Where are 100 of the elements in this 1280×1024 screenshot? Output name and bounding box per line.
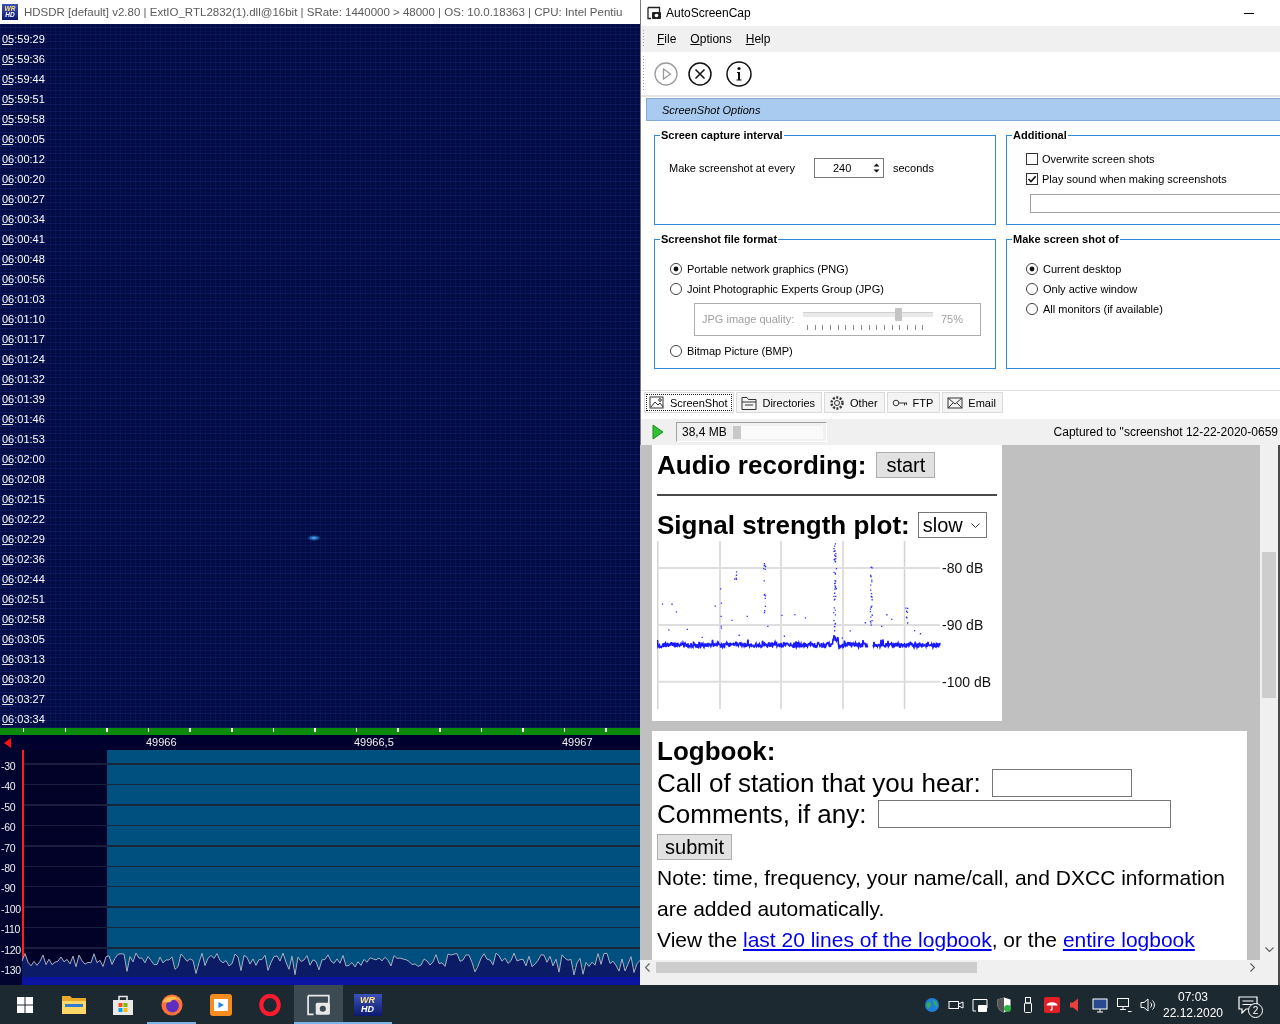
time-label: 06:00:27 <box>0 189 45 209</box>
window-title: AutoScreenCap <box>666 6 751 20</box>
taskbar-button[interactable]: WR HD <box>343 985 392 1024</box>
section-header: ScreenShot Options <box>646 98 1280 121</box>
folder-icon <box>741 394 758 411</box>
time-label: 06:02:36 <box>0 549 45 569</box>
frequency-label: 49967 <box>562 736 593 749</box>
logbook-link[interactable]: last 20 lines of the logbook <box>743 928 992 951</box>
sound-file-field[interactable] <box>1030 194 1280 213</box>
time-label: 06:01:03 <box>0 289 45 309</box>
windows-logo-icon <box>16 996 33 1013</box>
play-icon[interactable] <box>652 424 664 440</box>
taskbar-button[interactable] <box>294 985 343 1024</box>
time-label: 06:01:17 <box>0 329 45 349</box>
camera-window-icon[interactable] <box>972 996 988 1013</box>
group-title: Make screen shot of <box>1012 233 1120 246</box>
menu-item[interactable]: Options <box>683 28 739 50</box>
level-label: -100 <box>0 901 21 917</box>
radio-button[interactable] <box>670 283 682 295</box>
interval-spinbox[interactable]: 240 <box>814 158 884 178</box>
media-player-icon <box>208 993 233 1016</box>
radio-button[interactable] <box>1026 263 1038 275</box>
checkbox-label: Overwrite screen shots <box>1042 153 1155 165</box>
time-label: 06:01:32 <box>0 369 45 389</box>
time-label: 05:59:58 <box>0 109 45 129</box>
speed-select[interactable]: slow <box>917 512 987 538</box>
menu-item[interactable]: Help <box>738 28 778 50</box>
time-label: 05:59:29 <box>0 29 45 49</box>
camera-window-icon <box>306 993 331 1016</box>
time-label: 06:02:44 <box>0 569 45 589</box>
menu-item[interactable]: File <box>650 28 684 50</box>
shopping-bag-icon <box>110 993 135 1016</box>
checkbox[interactable] <box>1026 173 1038 185</box>
radio-button[interactable] <box>1026 283 1038 295</box>
ring-icon <box>257 993 282 1016</box>
tab[interactable]: FTP <box>886 392 941 413</box>
frequency-label: 49966 <box>146 736 177 749</box>
time-label: 06:02:08 <box>0 469 45 489</box>
chevron-down-icon[interactable] <box>970 522 980 528</box>
group-title: Screenshot file format <box>660 233 779 246</box>
umbrella-icon[interactable] <box>1044 996 1060 1013</box>
logbook-link[interactable]: entire logbook <box>1062 928 1195 951</box>
level-label: -40 <box>0 779 16 795</box>
checkbox[interactable] <box>1026 153 1038 165</box>
shield-icon[interactable] <box>996 996 1012 1013</box>
time-label: 06:02:00 <box>0 449 45 469</box>
field-label: Call of station that you hear: <box>657 768 981 798</box>
time-label: 06:02:58 <box>0 609 45 629</box>
time-label: 06:01:39 <box>0 389 45 409</box>
monitor-icon[interactable] <box>1092 996 1108 1013</box>
time-label: 06:02:22 <box>0 509 45 529</box>
globe-icon[interactable] <box>924 996 940 1013</box>
call-input[interactable] <box>991 769 1132 797</box>
scroll-right-icon[interactable] <box>1250 963 1255 972</box>
axis-label: -90 dB <box>942 616 984 633</box>
scrollbar-thumb[interactable] <box>1262 552 1276 698</box>
radio-label: Joint Photographic Experts Group (JPG) <box>687 283 884 295</box>
time-label: 06:02:15 <box>0 489 45 509</box>
tab[interactable]: Other <box>824 392 885 413</box>
folder-icon <box>61 993 86 1016</box>
note-text: Note: time, frequency, your name/call, and DXCC information are added automatically. <box>657 865 1227 922</box>
scroll-left-icon[interactable] <box>645 963 650 972</box>
window-title: HDSDR [default] v2.80 | ExtIO_RTL2832(1).dll@16bit | SRate: 1440000 > 48000 | OS: 10.0.18363 | CPU: Intel Pentiu <box>24 6 623 18</box>
volume-icon[interactable] <box>1140 996 1156 1013</box>
time-label: 06:02:29 <box>0 529 45 549</box>
gear-icon <box>829 394 846 411</box>
submit-button[interactable]: submit <box>657 834 732 860</box>
start-button[interactable]: start <box>876 452 936 478</box>
radio-button[interactable] <box>670 263 682 275</box>
quality-label: JPG image quality: <box>702 313 796 325</box>
app-logo: WR HD <box>353 993 382 1016</box>
tab[interactable]: ScreenShot <box>644 392 735 413</box>
radio-label: Portable network graphics (PNG) <box>687 263 849 275</box>
tab[interactable]: Email <box>942 392 1003 413</box>
time-label: 06:00:12 <box>0 149 45 169</box>
comments-input[interactable] <box>877 800 1171 828</box>
radio-button[interactable] <box>670 344 682 357</box>
radio-button[interactable] <box>1026 303 1038 315</box>
level-label: -60 <box>0 820 16 836</box>
time-label: 06:00:34 <box>0 209 45 229</box>
spin-arrows-icon[interactable] <box>873 162 880 174</box>
time-label: 05:59:36 <box>0 49 45 69</box>
taskbar-clock[interactable]: 07:03 22.12.2020 <box>1161 985 1225 1024</box>
level-label: -30 <box>0 759 16 774</box>
tuning-marker-icon[interactable] <box>4 737 11 748</box>
level-label: -70 <box>0 840 16 856</box>
cancel-icon <box>688 61 712 86</box>
scrollbar-thumb[interactable] <box>656 962 977 973</box>
time-label: 06:00:20 <box>0 169 45 189</box>
notification-button[interactable]: 2 <box>1230 985 1266 1024</box>
network-icon[interactable] <box>1116 996 1132 1013</box>
time-label: 06:01:53 <box>0 429 45 449</box>
time-label: 06:00:56 <box>0 269 45 289</box>
section-heading: Logbook: <box>657 736 776 766</box>
level-label: -80 <box>0 860 16 876</box>
level-label: -120 <box>0 942 21 958</box>
level-label: -50 <box>0 799 16 815</box>
time-label: 06:03:13 <box>0 649 45 669</box>
scroll-down-icon[interactable] <box>1264 947 1274 952</box>
tab[interactable]: Directories <box>736 392 823 413</box>
